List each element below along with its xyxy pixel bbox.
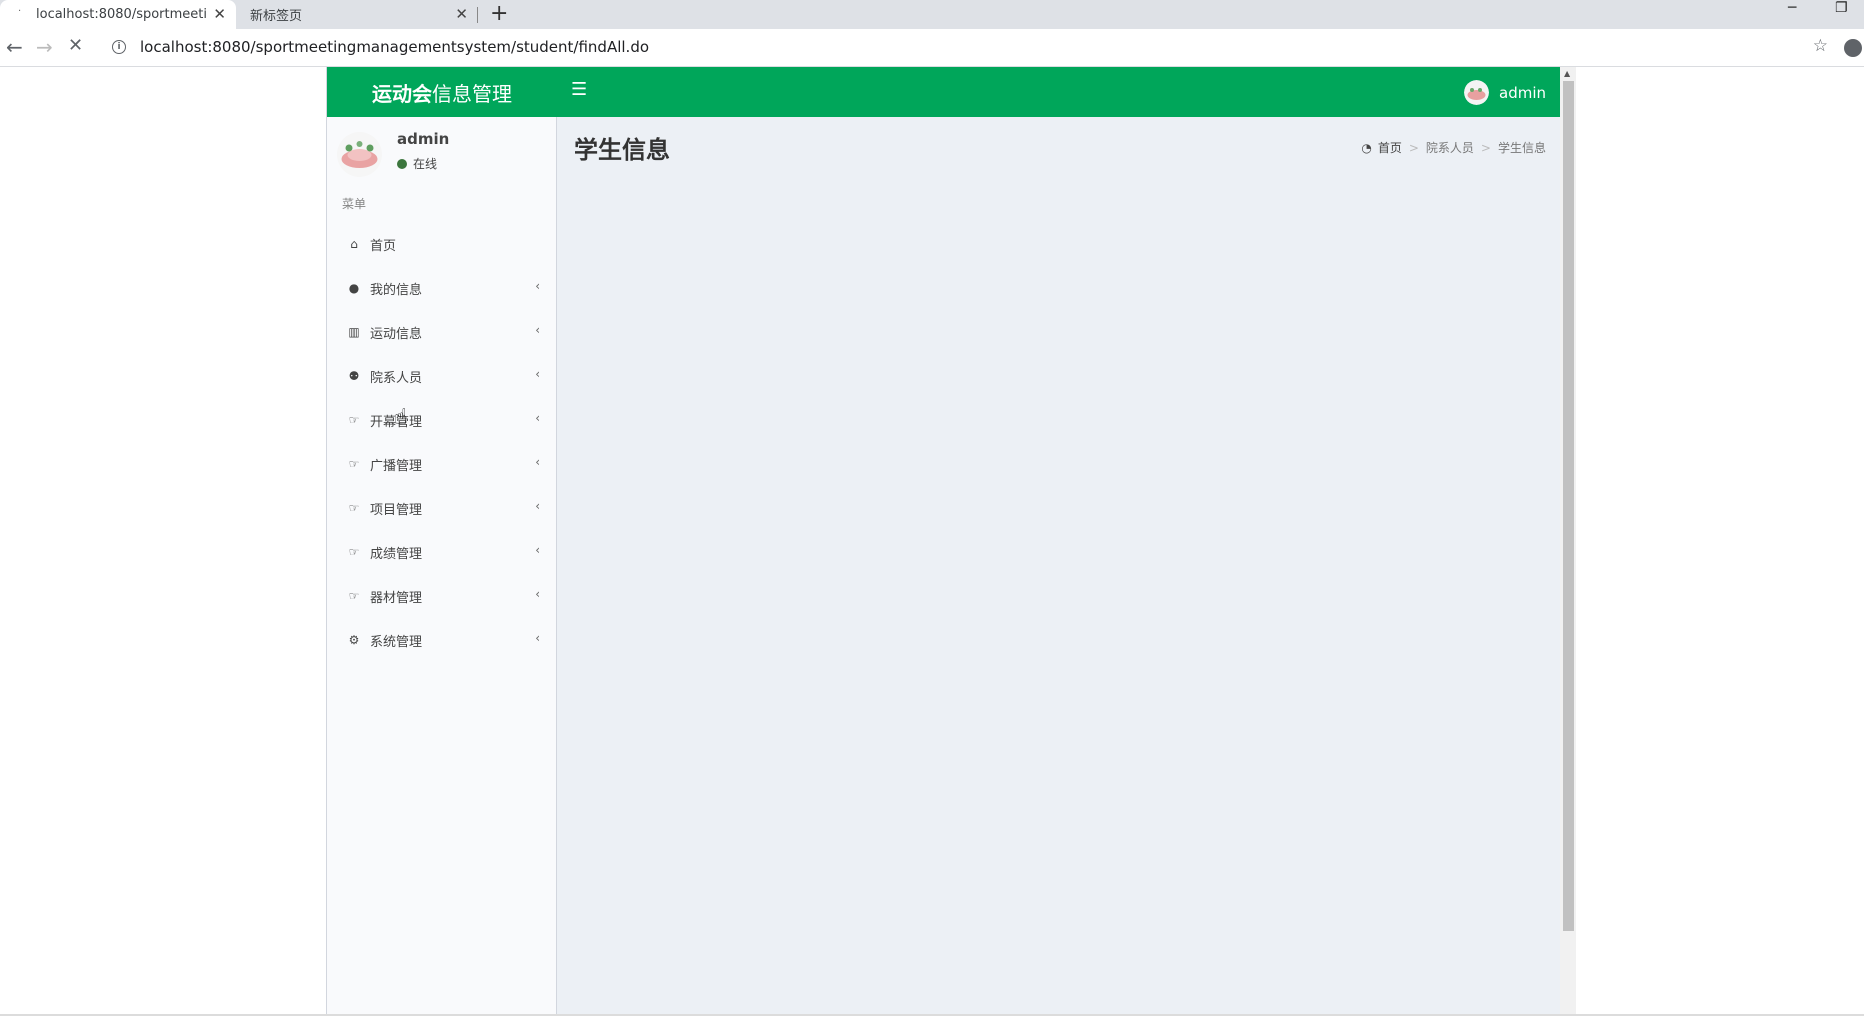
browser-tab-active[interactable]: · localhost:8080/sportmeetingm ✕ <box>0 0 236 29</box>
breadcrumb: ◔ 首页 > 院系人员 > 学生信息 <box>1361 139 1546 156</box>
url-text[interactable]: localhost:8080/sportmeetingmanagementsys… <box>140 38 649 56</box>
tab-title: localhost:8080/sportmeetingm <box>36 7 206 22</box>
avatar <box>337 132 382 177</box>
breadcrumb-department-staff[interactable]: 院系人员 <box>1426 139 1474 156</box>
user-menu[interactable]: admin <box>1464 80 1546 105</box>
chevron-left-icon: ‹ <box>535 411 540 425</box>
chevron-left-icon: ‹ <box>535 367 540 381</box>
content-area: 学生信息 ◔ 首页 > 院系人员 > 学生信息 <box>558 117 1560 1016</box>
chevron-left-icon: ‹ <box>535 543 540 557</box>
sidebar-item-opening[interactable]: ☞ 开幕管理 ‹ <box>327 398 556 442</box>
sidebar-item-department-staff[interactable]: ⚉ 院系人员 ‹ <box>327 354 556 398</box>
new-tab-icon[interactable]: + <box>490 1 508 26</box>
menu-header: 菜单 <box>342 197 367 211</box>
page-title: 学生信息 <box>574 136 670 164</box>
breadcrumb-separator: > <box>1480 140 1491 155</box>
app-page: 运动会 信息管理 ☰ admin admin 在线 菜单 ⌂ 首页 ● 我的信息… <box>326 67 1576 1016</box>
chevron-left-icon: ‹ <box>535 455 540 469</box>
bookmark-star-icon[interactable]: ☆ <box>1813 36 1828 56</box>
bar-chart-icon: ▥ <box>348 325 360 339</box>
home-icon: ⌂ <box>350 237 358 251</box>
browser-tab-inactive[interactable]: 新标签页 ✕ <box>238 0 478 29</box>
sidebar-item-equipment[interactable]: ☞ 器材管理 ‹ <box>327 574 556 618</box>
restore-icon[interactable]: ❐ <box>1835 0 1848 16</box>
tab-close-icon[interactable]: ✕ <box>455 5 468 23</box>
chevron-left-icon: ‹ <box>535 587 540 601</box>
online-dot-icon <box>397 158 407 169</box>
tab-close-icon[interactable]: ✕ <box>213 5 226 23</box>
sidebar-item-label: 广播管理 <box>370 458 423 474</box>
app-logo[interactable]: 运动会 信息管理 <box>327 67 557 117</box>
tab-title: 新标签页 <box>250 9 303 24</box>
hand-right-icon: ☞ <box>348 457 360 471</box>
breadcrumb-home[interactable]: 首页 <box>1378 139 1402 156</box>
page-scrollbar[interactable]: ▲ <box>1560 67 1576 1016</box>
site-info-icon[interactable]: i <box>112 40 126 54</box>
hand-right-icon: ☞ <box>348 545 360 559</box>
browser-tab-bar: · localhost:8080/sportmeetingm ✕ 新标签页 ✕ … <box>0 0 1864 29</box>
sidebar-item-label: 项目管理 <box>370 502 423 518</box>
sidebar: admin 在线 菜单 ⌂ 首页 ● 我的信息 ‹ ▥ 运动信息 ‹ ⚉ 院系人… <box>327 117 557 1016</box>
breadcrumb-separator: > <box>1408 140 1419 155</box>
chevron-left-icon: ‹ <box>535 279 540 293</box>
chevron-left-icon: ‹ <box>535 499 540 513</box>
chevron-left-icon: ‹ <box>535 323 540 337</box>
sidebar-item-sport-info[interactable]: ▥ 运动信息 ‹ <box>327 310 556 354</box>
loading-icon: · <box>18 6 22 17</box>
sidebar-item-my-info[interactable]: ● 我的信息 ‹ <box>327 266 556 310</box>
address-bar[interactable]: i localhost:8080/sportmeetingmanagements… <box>100 32 1820 62</box>
sidebar-item-label: 运动信息 <box>370 326 423 342</box>
header-username: admin <box>1499 83 1546 102</box>
sidebar-item-label: 首页 <box>370 238 397 254</box>
sidebar-username: admin <box>397 130 450 148</box>
gear-icon: ⚙ <box>348 633 360 647</box>
status-text: 在线 <box>413 157 438 171</box>
breadcrumb-current: 学生信息 <box>1497 141 1546 155</box>
avatar-icon <box>1464 80 1489 105</box>
hand-right-icon: ☞ <box>348 589 360 603</box>
sidebar-item-label: 我的信息 <box>370 282 423 298</box>
profile-icon[interactable] <box>1844 39 1862 57</box>
top-navbar: 运动会 信息管理 ☰ admin <box>327 67 1560 117</box>
user-icon: ● <box>348 281 360 295</box>
scroll-thumb[interactable] <box>1563 81 1574 931</box>
user-panel: admin 在线 <box>327 117 556 183</box>
sidebar-item-home[interactable]: ⌂ 首页 <box>327 222 556 266</box>
mouse-cursor-icon: ☝ <box>394 405 408 430</box>
minimize-icon[interactable]: ─ <box>1788 0 1796 16</box>
users-icon: ⚉ <box>348 369 360 383</box>
sidebar-item-label: 成绩管理 <box>370 546 423 562</box>
sidebar-item-label: 院系人员 <box>370 370 423 386</box>
sidebar-item-broadcast[interactable]: ☞ 广播管理 ‹ <box>327 442 556 486</box>
sidebar-item-label: 器材管理 <box>370 590 423 606</box>
dashboard-icon: ◔ <box>1361 140 1372 155</box>
sidebar-item-system[interactable]: ⚙ 系统管理 ‹ <box>327 618 556 662</box>
hand-right-icon: ☞ <box>348 501 360 515</box>
logo-text: 信息管理 <box>432 81 512 106</box>
scroll-up-icon[interactable]: ▲ <box>1564 69 1570 78</box>
stop-loading-icon[interactable]: ✕ <box>68 35 83 56</box>
hand-right-icon: ☞ <box>348 413 360 427</box>
sidebar-toggle-icon[interactable]: ☰ <box>571 79 587 100</box>
online-status: 在线 <box>397 155 437 172</box>
sidebar-item-projects[interactable]: ☞ 项目管理 ‹ <box>327 486 556 530</box>
back-icon[interactable]: ← <box>6 35 23 59</box>
address-bar-row: ← → ✕ i localhost:8080/sportmeetingmanag… <box>0 29 1864 67</box>
sidebar-item-scores[interactable]: ☞ 成绩管理 ‹ <box>327 530 556 574</box>
logo-bold-text: 运动会 <box>372 81 432 106</box>
chevron-left-icon: ‹ <box>535 631 540 645</box>
sidebar-item-label: 系统管理 <box>370 634 423 650</box>
forward-icon[interactable]: → <box>36 35 53 59</box>
